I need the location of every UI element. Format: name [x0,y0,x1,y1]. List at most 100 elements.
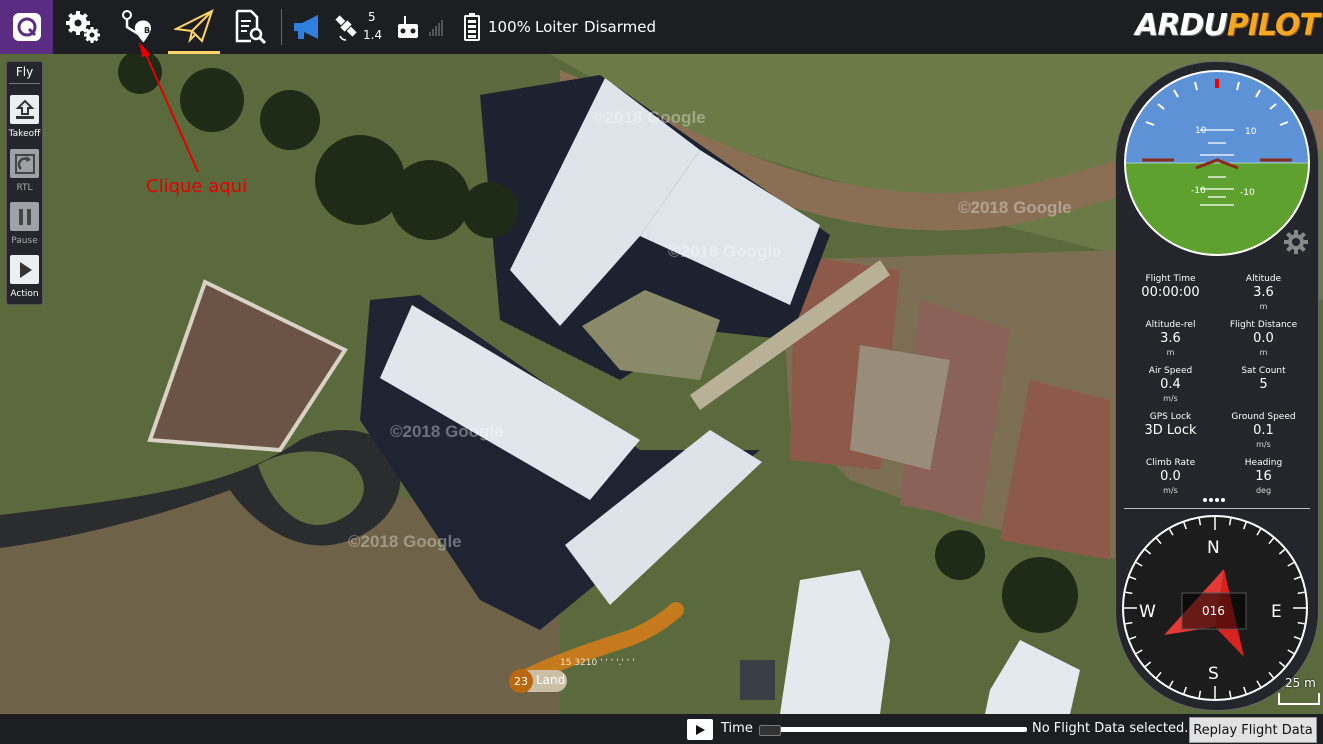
instrument-panel: 10 10 -10 -10 Flight Time 00:00:00 Altit… [1115,61,1319,711]
value-unit: m/s [1256,440,1271,449]
map-watermark: ©2018 Google [592,108,706,127]
replay-flight-data-button[interactable]: Replay Flight Data [1189,717,1317,743]
pause-label: Pause [11,236,38,246]
map-watermark: ©2018 Google [958,198,1072,217]
value-number: 0.1 [1253,423,1274,438]
map-scale-label: 25 m [1285,676,1316,690]
takeoff-button[interactable] [10,95,39,124]
value-number: 3.6 [1253,285,1274,300]
attitude-settings-gear-icon[interactable] [1284,230,1308,254]
replay-slider-handle[interactable] [759,725,781,736]
rc-rssi-indicator[interactable] [394,0,446,54]
flight-mode-selector[interactable]: Loiter [535,18,578,36]
fly-panel-divider [9,83,40,84]
value-air-speed: Air Speed 0.4 m/s [1124,366,1217,405]
vehicle-setup-button[interactable] [60,0,106,54]
pitch-label-neg-left: -10 [1191,186,1206,196]
waypoint-label: Land [536,673,566,687]
value-flight-time: Flight Time 00:00:00 [1124,274,1217,301]
annotation-text: Clique aqui [146,176,248,197]
satellite-icon [335,15,357,41]
value-unit: m/s [1163,486,1178,495]
analyze-view-button[interactable] [228,0,270,54]
svg-text:B: B [144,26,150,35]
battery-indicator[interactable] [460,0,484,54]
replay-status: No Flight Data selected.. [1032,721,1193,736]
value-label: Heading [1244,458,1283,468]
map-scale-bar [1278,693,1320,705]
battery-percent: 100% [488,18,531,36]
replay-time-label: Time [721,721,753,736]
value-unit: m [1259,302,1268,311]
waypoint-marker[interactable]: Land 23 [509,669,567,693]
brand-pilot: PILOT [1226,8,1320,43]
value-number: 0.0 [1253,331,1274,346]
waypoint-number: 23 [514,674,528,688]
value-number: 16 [1255,469,1272,484]
waypoint-number-badge: 23 [509,669,533,693]
brand-ardu: ARDU [1135,8,1228,43]
pitch-label-pos-left: 10 [1195,126,1207,136]
replay-slider[interactable] [759,725,1027,736]
rtl-icon [14,153,35,174]
analyze-document-icon [235,9,267,45]
battery-icon [464,13,480,41]
pitch-label-pos-right: 10 [1245,127,1257,137]
compass-heading-value: 016 [1202,604,1225,618]
value-number: 0.0 [1160,469,1181,484]
values-page-indicator[interactable] [1203,498,1233,504]
pause-button[interactable] [10,202,39,231]
pitch-label-neg-right: -10 [1240,188,1255,198]
replay-play-button[interactable] [687,719,713,740]
rtl-label: RTL [16,183,33,193]
compass-west-label: W [1139,602,1156,622]
map-watermark: ©2018 Google [348,532,462,551]
gears-icon [66,11,100,43]
action-label: Action [10,289,39,299]
value-label: Altitude-rel [1145,320,1196,330]
value-number: 5 [1259,377,1268,392]
value-label: Altitude [1245,274,1282,284]
value-number: 3.6 [1160,331,1181,346]
svg-text:15 3210 ' ' ' '.' ' ': 15 3210 ' ' ' '.' ' ' [560,658,635,668]
fly-paper-plane-icon [174,8,214,43]
value-altitude: Altitude 3.6 m [1217,274,1310,313]
value-altitude-rel: Altitude-rel 3.6 m [1124,320,1217,359]
value-unit: m [1166,348,1175,357]
fly-tool-strip: Fly Takeoff RTL Pause Action [6,61,43,305]
plan-route-icon: B [122,10,151,43]
compass-north-label: N [1207,538,1220,558]
value-sat-count: Sat Count 5 [1217,366,1310,393]
value-number: 00:00:00 [1141,285,1200,300]
value-unit: deg [1255,486,1272,495]
value-label: Air Speed [1148,366,1193,376]
fly-panel-title: Fly [15,65,34,79]
plan-view-button[interactable]: B [114,0,160,54]
action-button[interactable] [10,255,39,284]
value-unit: m/s [1163,394,1178,403]
replay-bar: Time No Flight Data selected.. Replay Fl… [0,714,1323,744]
gps-indicator[interactable] [330,0,362,54]
megaphone-icon [294,15,318,39]
qgc-logo-button[interactable] [0,0,53,54]
value-climb-rate: Climb Rate 0.0 m/s [1124,458,1217,497]
gps-sat-count: 5 [368,10,376,24]
rtl-button[interactable] [10,149,39,178]
pause-icon [18,208,31,225]
map-watermark: ©2018 Google [390,422,504,441]
attitude-indicator: 10 10 -10 -10 [1124,70,1310,256]
fly-view-button[interactable] [168,0,220,54]
replay-button-label: Replay Flight Data [1193,722,1313,738]
value-label: Flight Distance [1229,320,1298,330]
arm-state[interactable]: Disarmed [584,18,656,36]
messages-button[interactable] [290,0,326,54]
value-heading: Heading 16 deg [1217,458,1310,497]
compass-south-label: S [1208,664,1219,684]
gps-hdop: 1.4 [363,28,383,42]
value-label: Climb Rate [1145,458,1196,468]
value-label: GPS Lock [1149,412,1192,422]
main-toolbar: B 5 1.4 100% Loiter Disarmed ARDUPILOT [0,0,1323,54]
ardupilot-logo: ARDUPILOT [1135,8,1320,43]
qgc-logo-icon [12,13,41,41]
value-gps-lock: GPS Lock 3D Lock [1124,412,1217,439]
